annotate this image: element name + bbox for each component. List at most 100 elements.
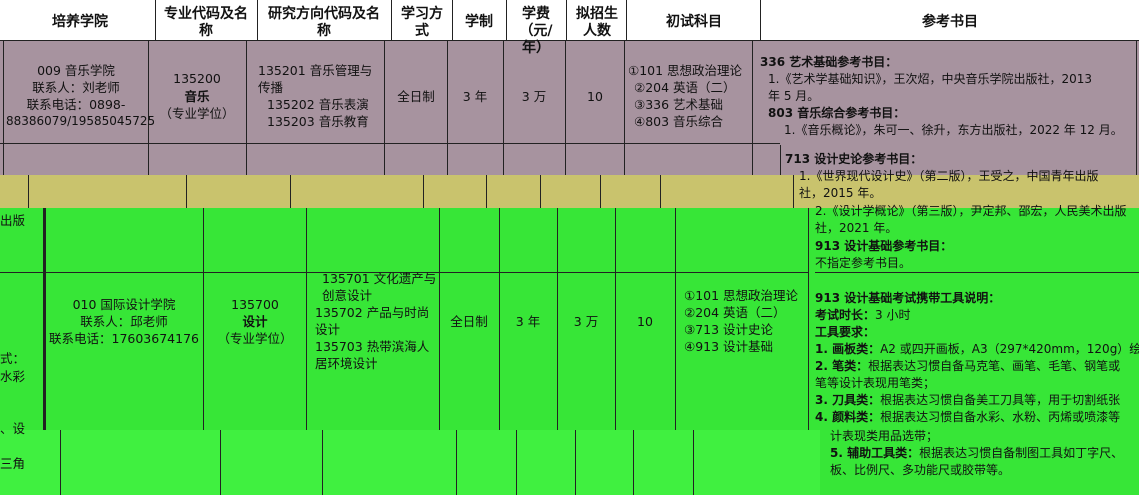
exam-time-value: 3 小时: [875, 308, 911, 322]
tool-1-label: 1. 画板类：: [815, 342, 881, 356]
music-direction-1a: 135201 音乐管理与: [258, 63, 373, 78]
header-duration: 学制: [465, 14, 493, 30]
music-exam-4: ④803 音乐综合: [634, 114, 724, 129]
tool-3-label: 3. 刀具类：: [815, 393, 881, 407]
design-direction-3a: 135703 热带滨海人: [315, 339, 430, 354]
music-quota: 10: [587, 89, 603, 104]
music-direction-1b: 传播: [258, 80, 284, 95]
design-phone: 联系电话：17603674176: [49, 331, 199, 346]
design-tools-heading: 913 设计基础考试携带工具说明：: [815, 291, 1001, 305]
tool-1-text: A2 或四开画板，A3（297*420mm，120g）绘图纸: [880, 342, 1139, 356]
grid-line: [322, 430, 323, 495]
grid-line: [575, 430, 576, 495]
header-references: 参考书目: [922, 14, 978, 30]
design-ref-1a: 1.《世界现代设计史》（第二版），王受之，中国青年出版: [799, 169, 1099, 183]
design-tools-label: 工具要求：: [815, 325, 876, 339]
header-tuition: 学费（元/年）: [519, 6, 553, 56]
header-major-code-name: 专业代码及名称: [164, 6, 248, 39]
music-ref-2a: 1.《音乐概论》，朱可一、徐升，东方出版社，2022 年 12 月。: [784, 123, 1123, 137]
design-ref-2b: 社，2021 年。: [815, 221, 898, 235]
design-exam-2: ②204 英语（二）: [684, 305, 786, 320]
design-quota: 10: [637, 314, 653, 329]
design-ref-1b: 社，2015 年。: [799, 186, 882, 200]
grid-line: [384, 40, 385, 175]
grid-line: [752, 40, 753, 175]
tool-5-label: 5. 辅助工具类：: [830, 446, 920, 460]
grid-line: [675, 208, 676, 430]
grid-line: [43, 208, 46, 430]
design-tool-2: 2. 笔类：根据表达习惯自备马克笔、画笔、毛笔、钢笔或: [815, 358, 1139, 374]
tool-4-label: 4. 颜料类：: [815, 410, 881, 424]
grid-line: [220, 430, 221, 495]
grid-line: [540, 175, 541, 208]
design-tuition: 3 万: [573, 314, 599, 329]
fragment-text: 水彩: [0, 369, 26, 384]
design-ref-heading-1: 713 设计史论参考书目：: [785, 152, 923, 166]
grid-line: [506, 0, 507, 40]
grid-line: [0, 40, 1139, 41]
header-exam-subjects: 初试科目: [666, 14, 722, 30]
grid-line: [290, 175, 291, 208]
design-exam-4: ④913 设计基础: [684, 339, 774, 354]
grid-line: [808, 208, 809, 430]
grid-line: [60, 430, 61, 495]
music-major-name: 音乐: [184, 89, 210, 104]
grid-line: [565, 40, 566, 175]
fragment-text: 出版: [0, 213, 26, 228]
music-college-name: 009 音乐学院: [37, 63, 115, 78]
design-contact: 联系人：邱老师: [80, 314, 168, 329]
grid-line: [148, 40, 149, 175]
header-research-direction: 研究方向代码及名称: [268, 6, 380, 39]
grid-line: [600, 175, 601, 208]
music-exam-2: ②204 英语（二）: [634, 80, 736, 95]
exam-time-label: 考试时长：: [815, 308, 876, 322]
fragment-text: 、设: [0, 421, 26, 436]
design-tool-5: 5. 辅助工具类：根据表达习惯自备制图工具如丁字尺、: [830, 445, 1139, 461]
grid-line: [693, 430, 694, 495]
design-study-mode: 全日制: [450, 314, 488, 329]
music-major-code: 135200: [173, 71, 221, 86]
design-major-code: 135700: [231, 297, 279, 312]
header-quota: 拟招生人数: [576, 6, 618, 39]
music-contact: 联系人：刘老师: [32, 80, 120, 95]
grid-line: [391, 0, 392, 40]
grid-line: [306, 208, 307, 430]
design-direction-3b: 居环境设计: [315, 356, 378, 371]
grid-line: [452, 0, 453, 40]
music-direction-2: 135202 音乐表演: [267, 97, 369, 112]
music-study-mode: 全日制: [397, 89, 435, 104]
grid-line: [257, 0, 258, 40]
grid-line: [793, 175, 794, 208]
tool-3-text: 根据表达习惯自备美工刀具等，用于切割纸张: [880, 393, 1121, 407]
design-direction-1a: 135701 文化遗产与: [322, 271, 437, 286]
design-direction-2a: 135702 产品与时尚: [315, 305, 430, 320]
design-tool-3: 3. 刀具类：根据表达习惯自备美工刀具等，用于切割纸张: [815, 392, 1139, 408]
grid-line: [203, 208, 204, 430]
music-duration: 3 年: [462, 89, 488, 104]
design-tool-2b: 笔等设计表现用笔类；: [815, 376, 936, 390]
design-exam-1: ①101 思想政治理论: [684, 288, 799, 303]
grid-line: [3, 40, 4, 175]
grid-line: [186, 175, 187, 208]
design-tool-4b: 计表现类用品选带；: [830, 429, 939, 443]
music-degree-type: （专业学位）: [159, 106, 235, 121]
grid-line: [155, 0, 156, 40]
music-direction-3: 135203 音乐教育: [267, 114, 369, 129]
grid-line: [815, 272, 1139, 273]
design-college-name: 010 国际设计学院: [72, 297, 176, 312]
tool-2-label: 2. 笔类：: [815, 359, 869, 373]
design-degree-type: （专业学位）: [217, 331, 293, 346]
grid-line: [633, 430, 634, 495]
grid-line: [423, 175, 424, 208]
design-duration: 3 年: [515, 314, 541, 329]
fragment-text: 式：: [0, 351, 26, 366]
music-tuition: 3 万: [521, 89, 547, 104]
tool-2-text: 根据表达习惯自备马克笔、画笔、毛笔、钢笔或: [868, 359, 1121, 373]
design-ref-2a: 2.《设计学概论》（第三版），尹定邦、邵宏，人民美术出版: [815, 204, 1127, 218]
music-exam-1: ①101 思想政治理论: [628, 63, 743, 78]
music-exam-3: ③336 艺术基础: [634, 97, 724, 112]
grid-line: [566, 0, 567, 40]
grid-line: [447, 40, 448, 175]
grid-line: [503, 40, 504, 175]
grid-line: [28, 175, 29, 208]
